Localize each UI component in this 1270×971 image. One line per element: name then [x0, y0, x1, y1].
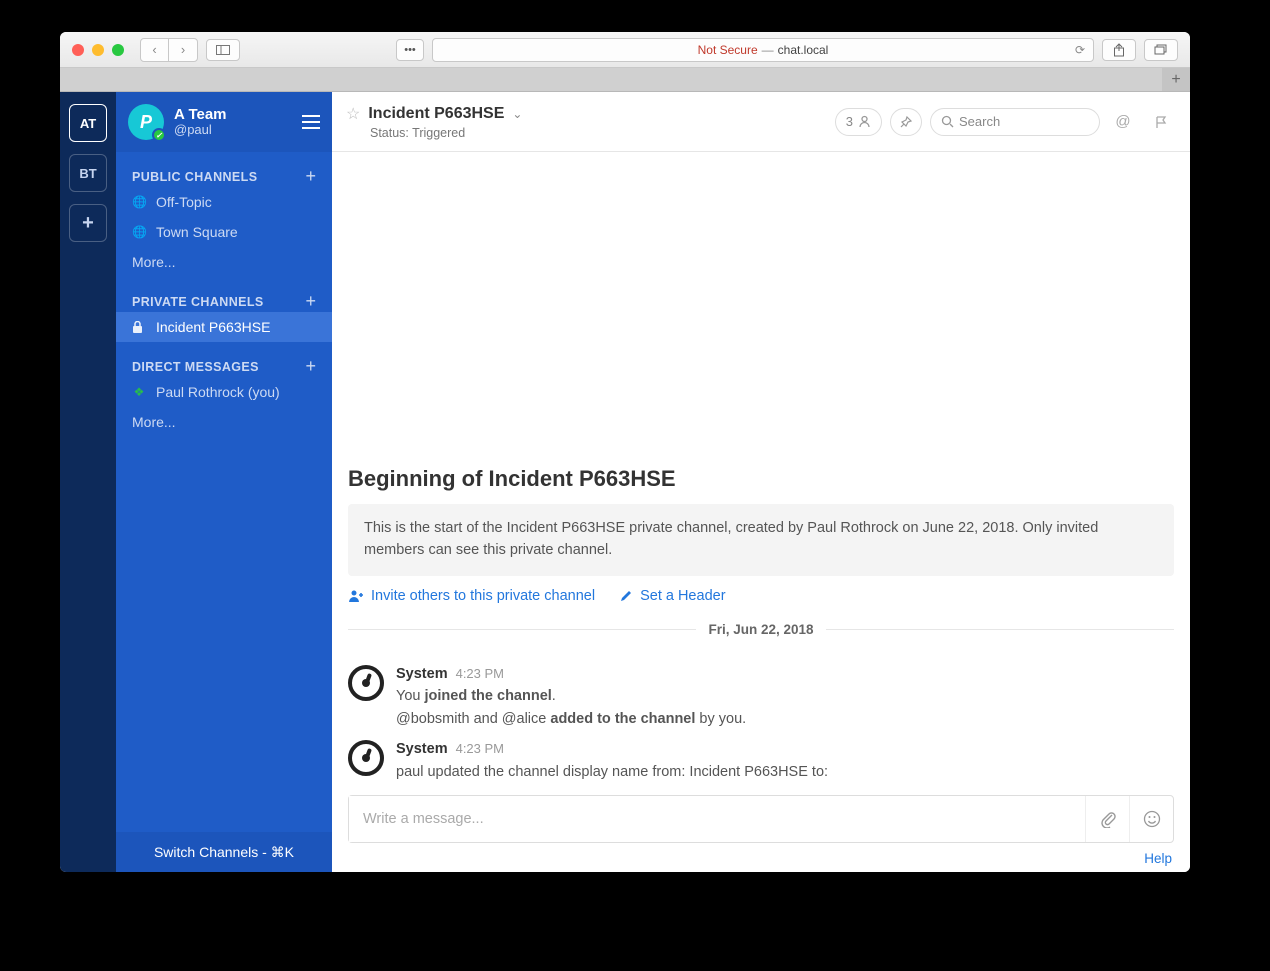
add-team-button[interactable]: + — [69, 204, 107, 242]
channel-incident[interactable]: Incident P663HSE — [116, 312, 332, 342]
more-dms[interactable]: More... — [116, 407, 332, 437]
team-info: A Team @paul — [174, 106, 227, 138]
chat-app: AT BT + P ✓ A Team @paul P — [60, 92, 1190, 872]
status-indicator-icon: ✓ — [152, 128, 166, 142]
nav-back-forward: ‹ › — [140, 38, 198, 62]
add-user-icon — [348, 589, 364, 603]
pin-button[interactable] — [890, 108, 922, 136]
post-author[interactable]: System — [396, 738, 448, 760]
post-text: paul updated the channel display name fr… — [396, 761, 1174, 783]
team-avatar: P ✓ — [128, 104, 164, 140]
add-private-channel-button[interactable]: + — [305, 291, 316, 312]
members-button[interactable]: 3 — [835, 108, 882, 136]
channel-intro: Beginning of Incident P663HSE This is th… — [332, 466, 1190, 659]
url-host: chat.local — [778, 43, 829, 57]
post-text: You joined the channel. — [396, 685, 1174, 707]
channel-status[interactable]: Status: Triggered — [346, 126, 522, 140]
pencil-icon — [619, 589, 633, 603]
user-icon — [858, 115, 871, 128]
team-rail: AT BT + — [60, 92, 116, 872]
message-list[interactable]: Beginning of Incident P663HSE This is th… — [332, 152, 1190, 787]
globe-icon: 🌐 — [132, 225, 146, 239]
share-button[interactable] — [1102, 39, 1136, 61]
sidebar: P ✓ A Team @paul PUBLIC CHANNELS + 🌐 — [116, 92, 332, 872]
traffic-lights — [72, 44, 124, 56]
search-input[interactable]: Search — [930, 108, 1100, 136]
switch-channels-button[interactable]: Switch Channels - ⌘K — [116, 832, 332, 872]
browser-toolbar: ‹ › ••• Not Secure — chat.local ⟳ — [60, 32, 1190, 68]
help-row: Help — [332, 849, 1190, 872]
sidebar-header[interactable]: P ✓ A Team @paul — [116, 92, 332, 152]
star-icon[interactable]: ☆ — [346, 104, 360, 124]
main-menu-button[interactable] — [302, 115, 320, 129]
channel-main: ☆ Incident P663HSE ⌄ Status: Triggered 3 — [332, 92, 1190, 872]
private-channels-section: PRIVATE CHANNELS + — [116, 277, 332, 312]
window-minimize-button[interactable] — [92, 44, 104, 56]
system-post-2: System 4:23 PM paul updated the channel … — [332, 734, 1190, 787]
sidebar-toggle-button[interactable] — [206, 39, 240, 61]
post-author[interactable]: System — [396, 663, 448, 685]
globe-icon: 🌐 — [132, 195, 146, 209]
set-header-link[interactable]: Set a Header — [619, 588, 725, 604]
channel-header: ☆ Incident P663HSE ⌄ Status: Triggered 3 — [332, 92, 1190, 152]
channel-title: Incident P663HSE — [368, 105, 504, 123]
add-dm-button[interactable]: + — [305, 356, 316, 377]
tab-strip: + — [60, 68, 1190, 92]
address-bar[interactable]: Not Secure — chat.local ⟳ — [432, 38, 1094, 62]
search-icon — [941, 115, 954, 128]
team-button-at[interactable]: AT — [69, 104, 107, 142]
emoji-button[interactable] — [1129, 796, 1173, 842]
site-settings-button[interactable]: ••• — [396, 39, 424, 61]
message-input[interactable] — [349, 796, 1085, 842]
invite-link[interactable]: Invite others to this private channel — [348, 588, 595, 604]
private-channels-title: PRIVATE CHANNELS — [132, 295, 264, 309]
channel-off-topic[interactable]: 🌐 Off-Topic — [116, 187, 332, 217]
attach-button[interactable] — [1085, 796, 1129, 842]
direct-messages-section: DIRECT MESSAGES + — [116, 342, 332, 377]
team-button-bt[interactable]: BT — [69, 154, 107, 192]
public-channels-section: PUBLIC CHANNELS + — [116, 152, 332, 187]
chevron-down-icon: ⌄ — [512, 107, 522, 121]
dm-self[interactable]: ❖ Paul Rothrock (you) — [116, 377, 332, 407]
public-channels-title: PUBLIC CHANNELS — [132, 170, 257, 184]
help-link[interactable]: Help — [1144, 851, 1172, 866]
channel-town-square[interactable]: 🌐 Town Square — [116, 217, 332, 247]
post-time: 4:23 PM — [456, 664, 504, 684]
system-avatar-icon — [348, 740, 384, 776]
add-public-channel-button[interactable]: + — [305, 166, 316, 187]
new-tab-button[interactable]: + — [1162, 68, 1190, 91]
back-button[interactable]: ‹ — [141, 39, 169, 61]
flagged-button[interactable] — [1146, 108, 1176, 136]
date-separator: Fri, Jun 22, 2018 — [348, 604, 1174, 647]
post-time: 4:23 PM — [456, 739, 504, 759]
composer — [332, 787, 1190, 849]
team-name: A Team — [174, 106, 227, 123]
reload-icon[interactable]: ⟳ — [1075, 43, 1085, 57]
pin-icon — [899, 115, 913, 129]
more-public-channels[interactable]: More... — [116, 247, 332, 277]
system-avatar-icon — [348, 665, 384, 701]
tabs-button[interactable] — [1144, 39, 1178, 61]
window-zoom-button[interactable] — [112, 44, 124, 56]
intro-description: This is the start of the Incident P663HS… — [348, 504, 1174, 576]
lock-icon — [132, 321, 146, 333]
direct-messages-title: DIRECT MESSAGES — [132, 360, 259, 374]
intro-heading: Beginning of Incident P663HSE — [348, 466, 1174, 492]
mentions-button[interactable]: @ — [1108, 108, 1138, 136]
security-status: Not Secure — [698, 43, 758, 57]
channel-title-dropdown[interactable]: ☆ Incident P663HSE ⌄ — [346, 104, 522, 124]
presence-icon: ❖ — [132, 385, 146, 399]
forward-button[interactable]: › — [169, 39, 197, 61]
current-username: @paul — [174, 123, 227, 138]
window-close-button[interactable] — [72, 44, 84, 56]
search-placeholder: Search — [959, 114, 1000, 129]
post-text: @bobsmith and @alice added to the channe… — [396, 708, 1174, 730]
system-post-1: System 4:23 PM You joined the channel. @… — [332, 659, 1190, 734]
safari-window: ‹ › ••• Not Secure — chat.local ⟳ + AT B… — [60, 32, 1190, 872]
channel-header-actions: 3 Search — [835, 108, 1176, 136]
